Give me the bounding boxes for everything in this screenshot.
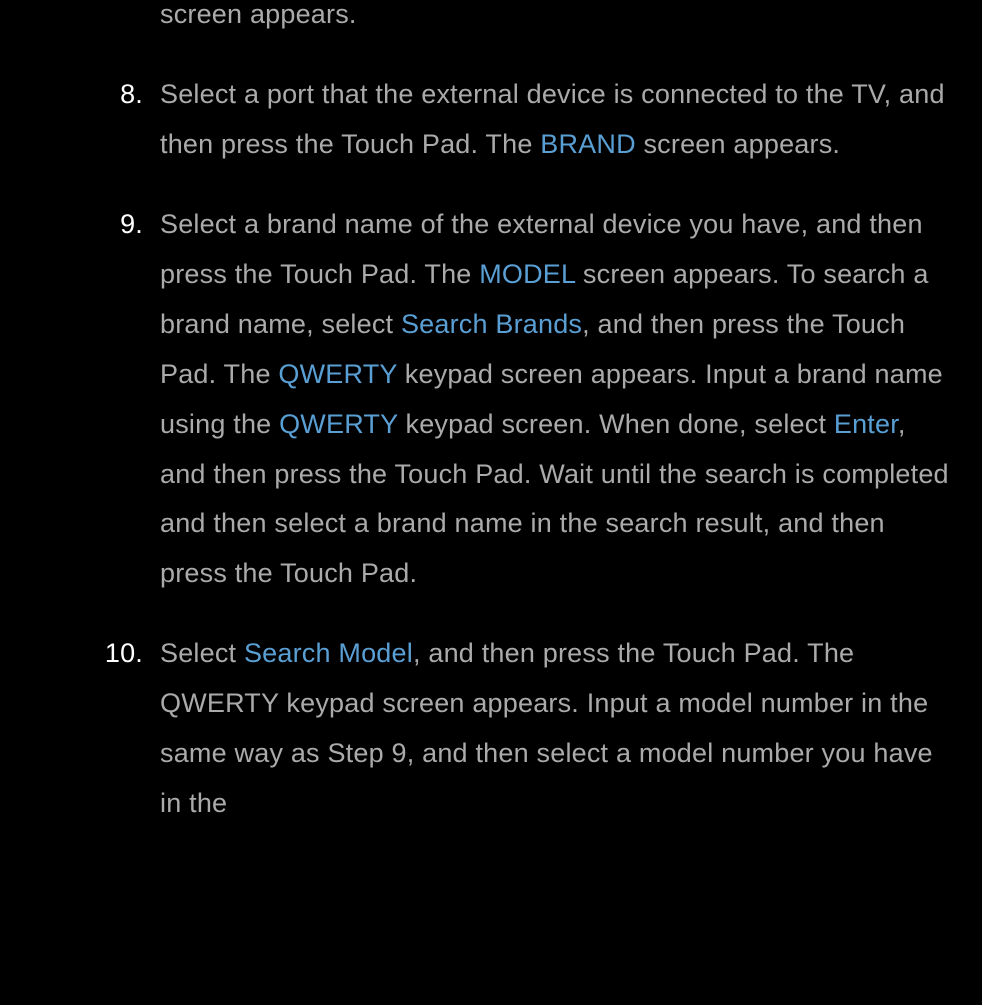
step-number: 8. xyxy=(98,70,143,120)
step-10: 10. Select Search Model, and then press … xyxy=(98,629,952,829)
highlight-term: QWERTY xyxy=(278,359,397,389)
step-text: Select a brand name of the external devi… xyxy=(160,209,949,589)
step-8: 8. Select a port that the external devic… xyxy=(98,70,952,170)
step-text: Select a port that the external device i… xyxy=(160,79,945,159)
step-9: 9. Select a brand name of the external d… xyxy=(98,200,952,600)
step-number: 9. xyxy=(98,200,143,250)
highlight-term: Enter xyxy=(834,409,898,439)
highlight-term: Search Model xyxy=(244,638,413,668)
body-text: keypad screen. When done, select xyxy=(398,409,834,439)
body-text: screen appears. xyxy=(636,129,840,159)
step-text: Select Search Model, and then press the … xyxy=(160,638,933,818)
highlight-term: BRAND xyxy=(540,129,636,159)
highlight-term: QWERTY xyxy=(279,409,398,439)
fragment-continuation: screen appears. xyxy=(98,0,952,40)
highlight-term: MODEL xyxy=(479,259,575,289)
step-number: 10. xyxy=(98,629,143,679)
fragment-text: screen appears. xyxy=(160,0,357,29)
body-text: Select xyxy=(160,638,244,668)
document-page: screen appears. 8. Select a port that th… xyxy=(0,0,982,829)
highlight-term: Search Brands xyxy=(401,309,582,339)
